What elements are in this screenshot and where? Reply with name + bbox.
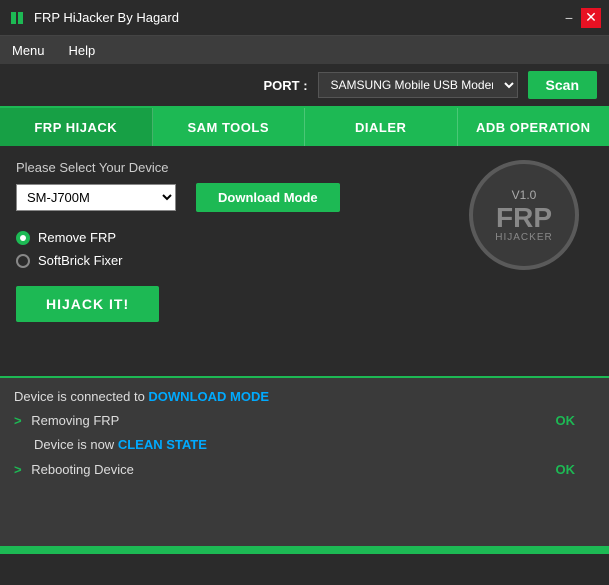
app-icon xyxy=(8,9,26,27)
minimize-button[interactable]: − xyxy=(559,8,579,28)
log-text-connected: Device is connected to xyxy=(14,389,148,404)
log-highlight-clean-state: CLEAN STATE xyxy=(118,437,207,452)
radio-dot-softbrick-fixer xyxy=(16,254,30,268)
log-line-3: Device is now CLEAN STATE xyxy=(14,436,579,454)
radio-label-softbrick-fixer: SoftBrick Fixer xyxy=(38,253,123,268)
log-area: Device is connected to DOWNLOAD MODE > R… xyxy=(0,376,609,546)
frp-badge-version: V1.0 xyxy=(512,188,537,202)
hijack-button[interactable]: HIJACK IT! xyxy=(16,286,159,322)
log-line-4: > Rebooting Device OK xyxy=(14,461,579,479)
frp-badge-frp: FRP xyxy=(496,204,552,232)
port-label: PORT : xyxy=(263,78,307,93)
title-bar: FRP HiJacker By Hagard − ✕ xyxy=(0,0,609,36)
log-highlight-download-mode: DOWNLOAD MODE xyxy=(148,389,269,404)
radio-dot-remove-frp xyxy=(16,231,30,245)
menu-bar: Menu Help xyxy=(0,36,609,64)
menu-item-help[interactable]: Help xyxy=(65,41,100,60)
frp-badge: V1.0 FRP HIJACKER xyxy=(469,160,579,270)
radio-label-remove-frp: Remove FRP xyxy=(38,230,116,245)
title-bar-controls: − ✕ xyxy=(559,8,601,28)
log-line-2: > Removing FRP OK xyxy=(14,412,579,430)
main-content: Please Select Your Device SM-J700M Downl… xyxy=(0,146,609,376)
port-bar: PORT : SAMSUNG Mobile USB Modem # Scan xyxy=(0,64,609,108)
device-select[interactable]: SM-J700M xyxy=(16,184,176,211)
log-text-removing: Removing FRP xyxy=(31,413,119,428)
log-arrow-1: > xyxy=(14,413,22,428)
tab-adb-operation[interactable]: ADB OPERATION xyxy=(458,108,609,146)
log-ok-1: OK xyxy=(556,412,576,430)
title-bar-text: FRP HiJacker By Hagard xyxy=(34,10,559,25)
port-select[interactable]: SAMSUNG Mobile USB Modem # xyxy=(318,72,518,98)
bottom-bar xyxy=(0,546,609,554)
tab-dialer[interactable]: DIALER xyxy=(305,108,458,146)
log-scroll-container[interactable]: Device is connected to DOWNLOAD MODE > R… xyxy=(14,388,595,536)
log-line-1: Device is connected to DOWNLOAD MODE xyxy=(14,388,579,406)
log-text-device-now: Device is now xyxy=(34,437,118,452)
log-arrow-2: > xyxy=(14,462,22,477)
log-ok-2: OK xyxy=(556,461,576,479)
tab-bar: FRP HIJACK SAM TOOLS DIALER ADB OPERATIO… xyxy=(0,108,609,146)
menu-item-menu[interactable]: Menu xyxy=(8,41,49,60)
tab-sam-tools[interactable]: SAM TOOLS xyxy=(153,108,306,146)
download-mode-button[interactable]: Download Mode xyxy=(196,183,340,212)
tab-frp-hijack[interactable]: FRP HIJACK xyxy=(0,108,153,146)
close-button[interactable]: ✕ xyxy=(581,8,601,28)
frp-badge-hijacker: HIJACKER xyxy=(495,232,552,243)
scan-button[interactable]: Scan xyxy=(528,71,597,99)
log-text-rebooting: Rebooting Device xyxy=(31,462,134,477)
